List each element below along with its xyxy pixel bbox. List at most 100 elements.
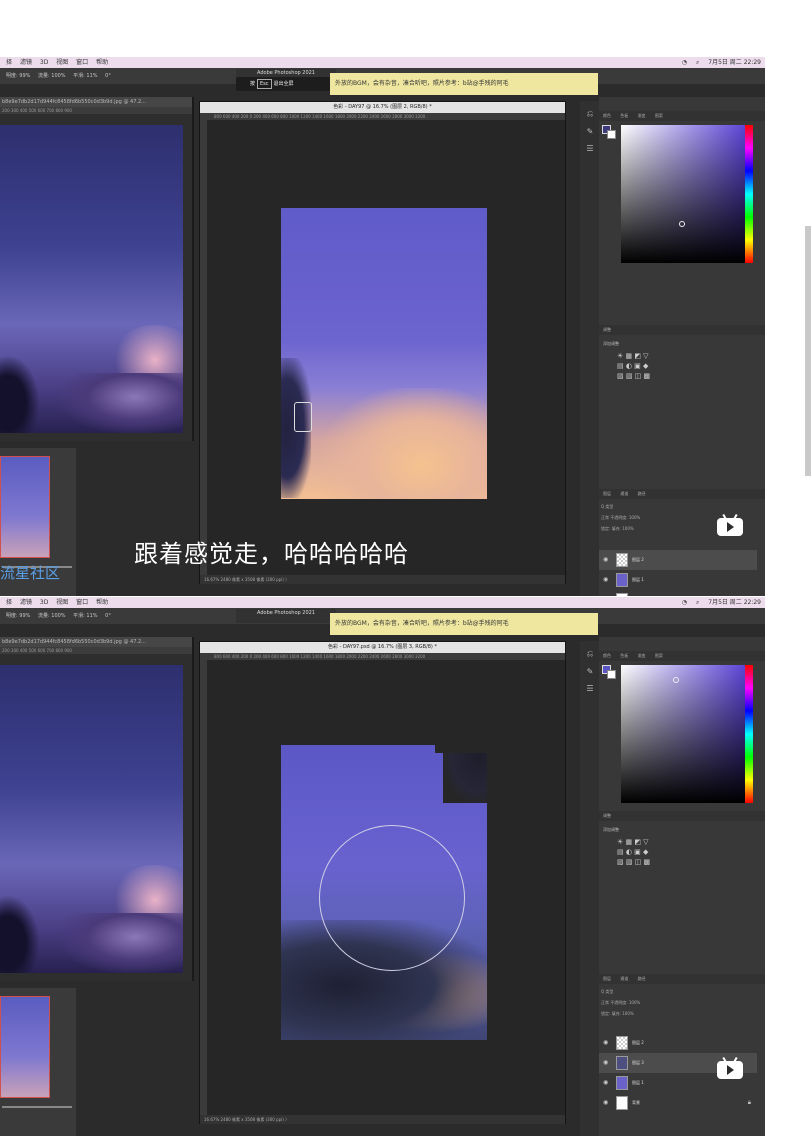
navigator-thumbnail[interactable] bbox=[0, 996, 50, 1098]
menu-select[interactable]: 择 bbox=[6, 57, 12, 68]
properties-icon[interactable]: ☰ bbox=[580, 684, 600, 693]
lock-icon: 🔒︎ bbox=[747, 1099, 751, 1106]
tab-gradients[interactable]: 渐变 bbox=[638, 653, 646, 658]
hue-slider[interactable] bbox=[745, 665, 753, 803]
lock-fill-row[interactable]: 锁定: 填充: 100% bbox=[601, 523, 634, 534]
layer-row[interactable]: ◉ 背景 🔒︎ bbox=[599, 590, 757, 596]
visibility-eye-icon[interactable]: ◉ bbox=[603, 550, 608, 570]
layer-filter[interactable]: Q 类型 bbox=[601, 501, 613, 512]
layer-name: 图层 1 bbox=[632, 577, 644, 582]
reference-window[interactable]: b8e9e7db2d17d944fc8458fd6b550c0d3b9d.jpg… bbox=[0, 637, 194, 981]
properties-icon[interactable]: ☰ bbox=[580, 144, 600, 153]
document-window[interactable]: 色彩 - DAY97 @ 16.7% (图层 2, RGB/8) * 800 6… bbox=[199, 101, 566, 584]
tab-color[interactable]: 颜色 bbox=[603, 113, 611, 118]
visibility-eye-icon[interactable]: ◉ bbox=[603, 590, 608, 596]
menu-filter[interactable]: 滤镜 bbox=[20, 597, 32, 608]
tab-adjustments[interactable]: 调整 bbox=[603, 813, 611, 818]
painting-canvas[interactable] bbox=[281, 208, 487, 499]
reference-tab[interactable]: b8e9e7db2d17d944fc8458fd6b550c0d3b9d.jpg… bbox=[0, 637, 192, 647]
tab-patterns[interactable]: 图案 bbox=[655, 113, 663, 118]
warm-clouds bbox=[321, 388, 487, 499]
navigator-panel[interactable] bbox=[0, 988, 76, 1136]
menu-view[interactable]: 视图 bbox=[56, 597, 68, 608]
menu-select[interactable]: 择 bbox=[6, 597, 12, 608]
background-color[interactable] bbox=[607, 670, 616, 679]
tab-patterns[interactable]: 图案 bbox=[655, 653, 663, 658]
tab-paths[interactable]: 路径 bbox=[638, 491, 646, 496]
layer-row[interactable]: ◉ 图层 2 bbox=[599, 550, 757, 570]
visibility-eye-icon[interactable]: ◉ bbox=[603, 1073, 608, 1093]
color-picker-handle[interactable] bbox=[673, 677, 679, 683]
tab-adjustments[interactable]: 调整 bbox=[603, 327, 611, 332]
search-icon[interactable]: ⌕ bbox=[696, 599, 699, 606]
navigator-thumbnail[interactable] bbox=[0, 456, 50, 558]
menu-3d[interactable]: 3D bbox=[40, 597, 48, 608]
history-icon[interactable]: ⎌ bbox=[580, 649, 600, 659]
layer-thumbnail bbox=[616, 553, 628, 567]
menu-3d[interactable]: 3D bbox=[40, 57, 48, 68]
tab-color[interactable]: 颜色 bbox=[603, 653, 611, 658]
tab-layers[interactable]: 图层 bbox=[603, 976, 611, 981]
blend-opacity-row[interactable]: 正常 不透明度: 100% bbox=[601, 997, 640, 1008]
tab-channels[interactable]: 通道 bbox=[620, 976, 628, 981]
visibility-eye-icon[interactable]: ◉ bbox=[603, 1093, 608, 1113]
menu-bar: 择 滤镜 3D 视图 窗口 帮助 ◔ ⌕ 7月5日 周二 22:29 bbox=[0, 597, 765, 608]
adjustment-icons[interactable]: ☀ ▦ ◩ ▽ ▤ ◐ ▣ ◆ ▨ ▧ ◫ ▩ bbox=[617, 351, 650, 381]
flow-option[interactable]: 流量: 100% bbox=[38, 68, 66, 84]
tab-gradients[interactable]: 渐变 bbox=[638, 113, 646, 118]
layer-row[interactable]: ◉ 背景 🔒︎ bbox=[599, 1093, 757, 1113]
fg-bg-swatch[interactable] bbox=[602, 665, 616, 679]
fg-bg-swatch[interactable] bbox=[602, 125, 616, 139]
color-picker-field[interactable] bbox=[621, 125, 745, 263]
brush-settings-icon[interactable]: ✎ bbox=[580, 127, 600, 136]
navigator-zoom-slider[interactable] bbox=[2, 1106, 72, 1108]
adjustment-icons[interactable]: ☀ ▦ ◩ ▽ ▤ ◐ ▣ ◆ ▨ ▧ ◫ ▩ bbox=[617, 837, 650, 867]
smoothing-option[interactable]: 平滑: 11% bbox=[73, 68, 97, 84]
visibility-eye-icon[interactable]: ◉ bbox=[603, 1053, 608, 1073]
tab-paths[interactable]: 路径 bbox=[638, 976, 646, 981]
opacity-option[interactable]: 明度: 99% bbox=[6, 608, 30, 624]
angle-option[interactable]: 0° bbox=[105, 68, 111, 84]
painting-canvas[interactable] bbox=[281, 745, 487, 1040]
esc-key[interactable]: Esc bbox=[257, 79, 272, 89]
document-title[interactable]: 色彩 - DAY97.psd @ 16.7% (图层 3, RGB/8) * bbox=[200, 642, 565, 653]
menu-window[interactable]: 窗口 bbox=[76, 597, 88, 608]
menu-window[interactable]: 窗口 bbox=[76, 57, 88, 68]
layer-row[interactable]: ◉ 图层 2 bbox=[599, 1033, 757, 1053]
reference-window[interactable]: b8e9e7db2d17d944fc8458fd6b550c0d3b9d.jpg… bbox=[0, 97, 194, 441]
tab-layers[interactable]: 图层 bbox=[603, 491, 611, 496]
wifi-icon[interactable]: ◔ bbox=[682, 599, 687, 606]
tab-channels[interactable]: 通道 bbox=[620, 491, 628, 496]
menu-help[interactable]: 帮助 bbox=[96, 597, 108, 608]
document-title[interactable]: 色彩 - DAY97 @ 16.7% (图层 2, RGB/8) * bbox=[200, 102, 565, 113]
search-icon[interactable]: ⌕ bbox=[696, 59, 699, 66]
reference-tab[interactable]: b8e9e7db2d17d944fc8458fd6b550c0d3b9d.jpg… bbox=[0, 97, 192, 107]
menu-help[interactable]: 帮助 bbox=[96, 57, 108, 68]
menu-filter[interactable]: 滤镜 bbox=[20, 57, 32, 68]
brush-settings-icon[interactable]: ✎ bbox=[580, 667, 600, 676]
history-icon[interactable]: ⎌ bbox=[580, 109, 600, 119]
flow-option[interactable]: 流量: 100% bbox=[38, 608, 66, 624]
layer-filter[interactable]: Q 类型 bbox=[601, 986, 613, 997]
visibility-eye-icon[interactable]: ◉ bbox=[603, 570, 608, 590]
angle-option[interactable]: 0° bbox=[105, 608, 111, 624]
layer-thumbnail bbox=[616, 1096, 628, 1110]
visibility-eye-icon[interactable]: ◉ bbox=[603, 1033, 608, 1053]
background-color[interactable] bbox=[607, 130, 616, 139]
tab-swatches[interactable]: 色板 bbox=[620, 113, 628, 118]
color-picker-handle[interactable] bbox=[679, 221, 685, 227]
color-picker-field[interactable] bbox=[621, 665, 745, 803]
screenshot-frame-bottom: 择 滤镜 3D 视图 窗口 帮助 ◔ ⌕ 7月5日 周二 22:29 明度: 9… bbox=[0, 597, 765, 1136]
layer-name: 图层 3 bbox=[632, 1060, 644, 1065]
menu-view[interactable]: 视图 bbox=[56, 57, 68, 68]
lock-fill-row[interactable]: 锁定: 填充: 100% bbox=[601, 1008, 634, 1019]
document-window[interactable]: 色彩 - DAY97.psd @ 16.7% (图层 3, RGB/8) * 8… bbox=[199, 641, 566, 1124]
blend-opacity-row[interactable]: 正常 不透明度: 100% bbox=[601, 512, 640, 523]
opacity-option[interactable]: 明度: 99% bbox=[6, 68, 30, 84]
hue-slider[interactable] bbox=[745, 125, 753, 263]
layer-row[interactable]: ◉ 图层 1 bbox=[599, 570, 757, 590]
tab-swatches[interactable]: 色板 bbox=[620, 653, 628, 658]
wifi-icon[interactable]: ◔ bbox=[682, 59, 687, 66]
brush-cursor bbox=[319, 825, 465, 971]
smoothing-option[interactable]: 平滑: 11% bbox=[73, 608, 97, 624]
